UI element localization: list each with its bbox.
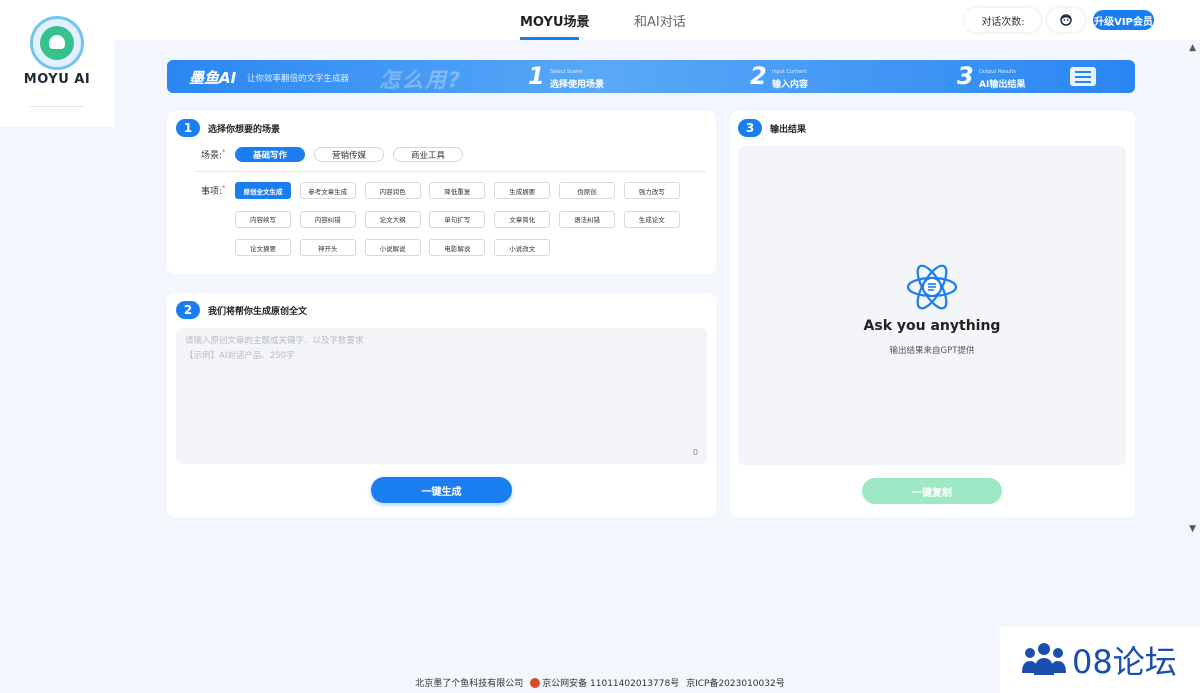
- scene-basic-writing[interactable]: 基础写作: [235, 147, 305, 162]
- output-area[interactable]: Ask you anything 输出结果来自GPT提供: [738, 146, 1126, 465]
- banner-brand: 墨鱼AI: [189, 69, 237, 87]
- placeholder-line-2: 【示例】AI对话产品、250字: [185, 351, 295, 361]
- item-option[interactable]: 神开头: [299, 239, 356, 256]
- output-heading: Ask you anything: [863, 318, 1001, 334]
- upgrade-vip-button[interactable]: 升级VIP会员: [1093, 10, 1154, 30]
- item-option[interactable]: 参考文章生成: [299, 182, 356, 199]
- scene-card: 1 选择你想要的场景 场景:* 基础写作 营销传媒 商业工具 事项:* 原创全文…: [167, 111, 716, 274]
- char-count: 0: [692, 448, 698, 457]
- top-bar: MOYU场景 和AI对话 对话次数: 升级VIP会员: [114, 0, 1200, 40]
- item-option[interactable]: 论文大纲: [364, 210, 421, 228]
- item-option[interactable]: 生成摘要: [494, 182, 551, 199]
- generate-button[interactable]: 一键生成: [371, 477, 512, 503]
- placeholder-line-1: 请输入原创文章的主题或关键字、以及字数要求: [185, 336, 364, 346]
- scroll-up-arrow[interactable]: ▲: [1189, 43, 1196, 53]
- output-card-title: 输出结果: [770, 125, 807, 135]
- police-badge-icon: [530, 678, 541, 688]
- step-badge-2: 2: [176, 301, 200, 319]
- item-option[interactable]: 小说解说: [364, 239, 421, 256]
- scene-label: 场景:*: [201, 148, 226, 161]
- item-option[interactable]: 单句扩写: [429, 210, 486, 228]
- sidebar: MOYU AI: [0, 0, 114, 127]
- scene-marketing[interactable]: 营销传媒: [314, 147, 384, 162]
- step-badge-3: 3: [738, 119, 762, 137]
- copy-button[interactable]: 一键复制: [862, 478, 1002, 504]
- input-card: 2 我们将帮你生成原创全文 请输入原创文章的主题或关键字、以及字数要求 【示例】…: [167, 293, 716, 517]
- item-label: 事项:*: [201, 184, 226, 197]
- atom-icon: [906, 264, 958, 310]
- item-option[interactable]: 论文摘要: [235, 239, 291, 256]
- scene-business-tools[interactable]: 商业工具: [393, 147, 463, 162]
- footer-company: 北京墨了个鱼科技有限公司: [415, 679, 524, 689]
- footer-icp[interactable]: 京ICP备2023010032号: [686, 679, 785, 689]
- item-option[interactable]: 小说改文: [494, 239, 551, 256]
- banner-how-to: 怎么用?: [379, 68, 463, 92]
- item-option[interactable]: 生成论文: [623, 210, 680, 228]
- scroll-down-arrow[interactable]: ▼: [1189, 524, 1196, 534]
- user-avatar-icon: [1060, 14, 1072, 26]
- input-card-title: 我们将帮你生成原创全文: [208, 307, 308, 317]
- topic-input[interactable]: 请输入原创文章的主题或关键字、以及字数要求 【示例】AI对话产品、250字 0: [176, 328, 707, 464]
- item-option[interactable]: 内容润色: [364, 182, 421, 199]
- item-option[interactable]: 降低重复: [429, 182, 486, 199]
- footer-police-record[interactable]: 京公网安备 11011402013778号: [542, 679, 679, 689]
- item-option[interactable]: 内容纠错: [299, 210, 356, 228]
- item-option[interactable]: 内容续写: [235, 210, 291, 228]
- output-card: 3 输出结果 Ask you anything 输出结果来自GPT提供 一键复制: [730, 111, 1135, 517]
- people-group-icon: [1022, 643, 1066, 675]
- logo-icon[interactable]: [30, 16, 84, 70]
- step-badge-1: 1: [176, 119, 200, 137]
- sidebar-divider: [30, 106, 84, 107]
- active-tab-indicator: [520, 37, 579, 40]
- item-option[interactable]: 原创全文生成: [235, 182, 291, 199]
- tab-moyu-scene[interactable]: MOYU场景: [520, 11, 590, 30]
- item-option[interactable]: 文章简化: [494, 210, 551, 228]
- user-avatar-button[interactable]: [1047, 8, 1085, 32]
- logo-text: MOYU AI: [23, 72, 91, 87]
- item-option[interactable]: 强力改写: [623, 182, 680, 199]
- scene-divider: [195, 171, 706, 172]
- document-list-icon: [1070, 67, 1096, 86]
- banner-tagline: 让你效率翻倍的文字生成器: [247, 74, 350, 84]
- output-subtitle: 输出结果来自GPT提供: [889, 346, 975, 356]
- chat-count: 对话次数:: [965, 8, 1041, 32]
- watermark: 08论坛: [1000, 627, 1200, 693]
- watermark-text: 08论坛: [1072, 643, 1177, 681]
- tab-ai-chat[interactable]: 和AI对话: [634, 11, 686, 30]
- item-option[interactable]: 语法纠错: [559, 210, 615, 228]
- item-option[interactable]: 伪原创: [559, 182, 615, 199]
- item-option[interactable]: 电影解说: [429, 239, 486, 256]
- scene-card-title: 选择你想要的场景: [208, 125, 281, 135]
- how-to-banner: 墨鱼AI 让你效率翻倍的文字生成器 怎么用? 1 Select Scene 选择…: [167, 60, 1135, 93]
